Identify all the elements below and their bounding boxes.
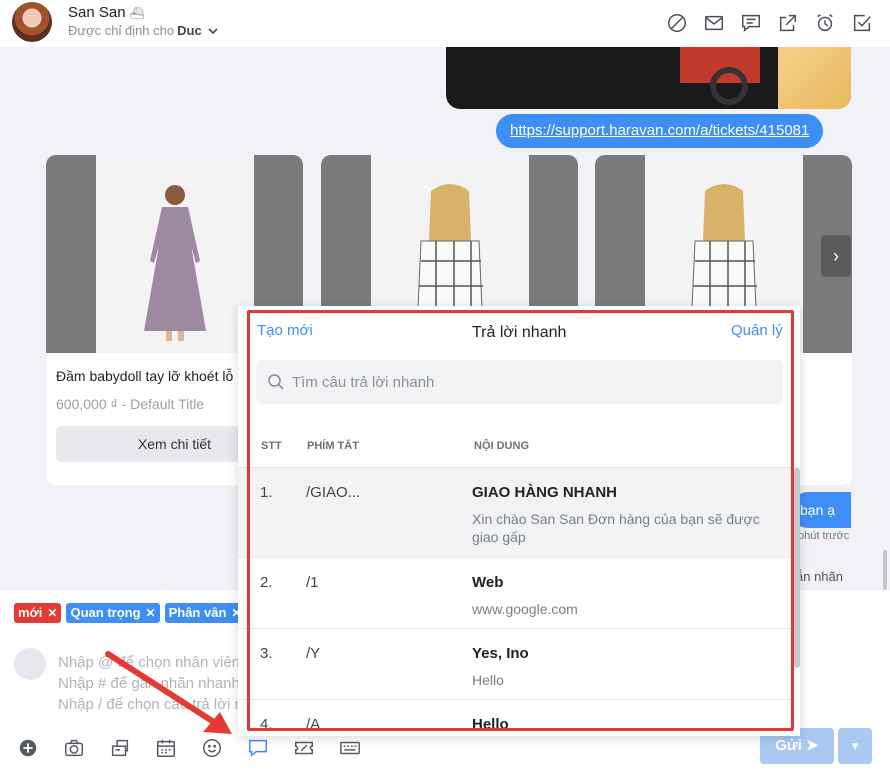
add-icon[interactable] xyxy=(13,736,43,760)
camera-icon[interactable] xyxy=(59,736,89,760)
conversation-header: San San ⛴ Được chỉ định cho Duc xyxy=(0,0,890,47)
row-body: www.google.com xyxy=(472,601,578,617)
row-stt: 3. xyxy=(260,645,273,662)
row-title: Web xyxy=(472,574,504,591)
send-label: Gửi xyxy=(775,737,802,754)
chat-scrollbar[interactable] xyxy=(883,550,887,590)
dress-image xyxy=(144,185,206,341)
customer-tag-icon: ⛴ xyxy=(129,6,145,20)
customer-avatar[interactable] xyxy=(12,2,52,42)
keyboard-icon[interactable] xyxy=(335,736,365,760)
row-body: Xin chào San San Đơn hàng của bạn sẽ đượ… xyxy=(472,511,760,545)
row-stt: 2. xyxy=(260,574,273,591)
tag-chip[interactable]: Quan trọng ✕ xyxy=(66,603,160,623)
send-icon: ➤ xyxy=(806,737,819,754)
chevron-down-icon[interactable] xyxy=(208,27,218,35)
customer-name-row: San San ⛴ xyxy=(68,4,145,21)
close-icon[interactable]: ✕ xyxy=(146,603,156,623)
tag-label: Phân vân xyxy=(168,605,227,620)
tag-chip[interactable]: Phân vân ✕ xyxy=(164,603,246,623)
message-text: bạn ạ xyxy=(800,502,836,518)
customer-name[interactable]: San San xyxy=(68,4,126,21)
row-title: GIAO HÀNG NHANH xyxy=(472,484,617,501)
table-row[interactable]: 4. /A Hello xyxy=(238,700,794,736)
comment-icon[interactable] xyxy=(739,11,763,35)
quick-reply-popup: Tạo mới Trả lời nhanh Quản lý STT PHÍM T… xyxy=(238,306,800,736)
row-title: Yes, Ino xyxy=(472,645,529,662)
row-stt: 1. xyxy=(260,484,273,501)
popup-scrollbar[interactable] xyxy=(794,468,800,668)
mail-icon[interactable] xyxy=(702,11,726,35)
assigned-label: Được chỉ định cho xyxy=(68,23,175,38)
table-row[interactable]: 1. /GIAO... GIAO HÀNG NHANH Xin chào San… xyxy=(238,468,794,558)
row-shortcut: /Y xyxy=(306,645,321,662)
create-new-link[interactable]: Tạo mới xyxy=(257,322,313,339)
popup-title: Trả lời nhanh xyxy=(472,324,567,341)
link-message[interactable]: https://support.haravan.com/a/tickets/41… xyxy=(496,114,824,148)
tag-label: Quan trọng xyxy=(70,605,141,620)
table-header: STT PHÍM TẮT NỘI DUNG xyxy=(238,440,800,468)
row-stt: 4. xyxy=(260,716,273,733)
assigned-to[interactable]: Duc xyxy=(177,23,202,38)
column-content: NỘI DUNG xyxy=(474,440,529,452)
table-row[interactable]: 2. /1 Web www.google.com xyxy=(238,558,794,629)
annotation-arrow xyxy=(105,651,232,734)
row-shortcut: /GIAO... xyxy=(306,484,361,501)
product-title: Đầm babydoll tay lỡ khoét lỗ xyxy=(56,368,234,384)
alarm-icon[interactable] xyxy=(813,11,837,35)
image-message[interactable] xyxy=(446,47,851,109)
table-row[interactable]: 3. /Y Yes, Ino Hello xyxy=(238,629,794,700)
search-icon xyxy=(267,373,285,391)
carousel-next-button[interactable]: › xyxy=(821,235,851,277)
row-shortcut: /A xyxy=(306,716,321,733)
agent-avatar xyxy=(14,648,46,680)
search-input[interactable] xyxy=(292,360,772,404)
close-icon[interactable]: ✕ xyxy=(47,603,57,623)
row-body: Hello xyxy=(472,672,504,688)
send-options-button[interactable]: ▾ xyxy=(838,728,872,764)
label-hint[interactable]: ắn nhãn xyxy=(796,569,843,584)
column-shortcut: PHÍM TẮT xyxy=(307,440,359,452)
product-price: 600,000 ₫ - Default Title xyxy=(56,396,205,412)
block-icon[interactable] xyxy=(665,11,689,35)
tag-chip[interactable]: mới ✕ xyxy=(14,603,62,623)
coupon-icon[interactable] xyxy=(289,736,319,760)
tag-label: mới xyxy=(18,605,43,620)
check-square-icon[interactable] xyxy=(850,11,874,35)
row-title: Hello xyxy=(472,716,509,733)
header-actions xyxy=(665,11,874,35)
open-external-icon[interactable] xyxy=(776,11,800,35)
tag-list: mới ✕ Quan trọng ✕ Phân vân ✕ xyxy=(14,603,246,623)
column-stt: STT xyxy=(261,440,282,452)
message-time: phút trước xyxy=(798,530,850,542)
manage-link[interactable]: Quản lý xyxy=(731,322,783,339)
quick-reply-search[interactable] xyxy=(256,360,783,404)
row-shortcut: /1 xyxy=(306,574,319,591)
assigned-row[interactable]: Được chỉ định cho Duc xyxy=(68,23,218,38)
